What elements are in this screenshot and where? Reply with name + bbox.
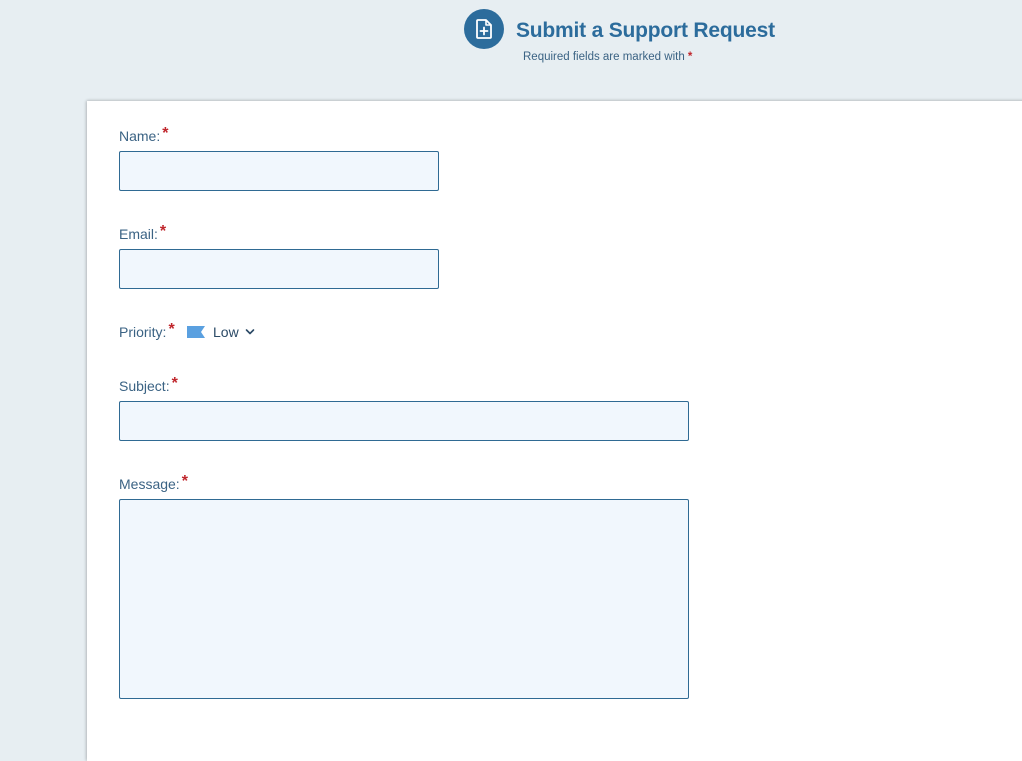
subject-label: Subject: *: [119, 375, 178, 396]
support-request-form: Name: * Email: * Priority: * Low Subject: * …: [87, 101, 1022, 761]
message-label-text: Message:: [119, 476, 180, 492]
required-marker: *: [687, 51, 693, 63]
required-fields-note: Required fields are marked with *: [523, 51, 692, 63]
priority-label-text: Priority:: [119, 324, 167, 340]
page-title: Submit a Support Request: [516, 19, 775, 42]
required-marker: *: [181, 473, 188, 490]
priority-value: Low: [213, 324, 239, 340]
email-input[interactable]: [119, 249, 439, 289]
name-input[interactable]: [119, 151, 439, 191]
chevron-down-icon: [245, 328, 255, 336]
priority-label: Priority: *: [119, 321, 175, 342]
priority-dropdown[interactable]: Low: [187, 323, 255, 341]
subject-label-text: Subject:: [119, 378, 170, 394]
page-header: Submit a Support Request Required fields…: [0, 0, 1022, 100]
email-label-text: Email:: [119, 226, 158, 242]
required-marker: *: [171, 375, 178, 392]
required-fields-note-text: Required fields are marked with: [523, 51, 685, 63]
message-label: Message: *: [119, 473, 188, 494]
required-marker: *: [162, 125, 169, 142]
flag-icon: [187, 326, 205, 338]
message-textarea[interactable]: [119, 499, 689, 699]
required-marker: *: [168, 321, 175, 338]
email-label: Email: *: [119, 223, 167, 244]
subject-input[interactable]: [119, 401, 689, 441]
required-marker: *: [159, 223, 167, 240]
name-label-text: Name:: [119, 128, 161, 144]
file-plus-icon: [464, 9, 504, 49]
name-label: Name: *: [119, 125, 169, 146]
